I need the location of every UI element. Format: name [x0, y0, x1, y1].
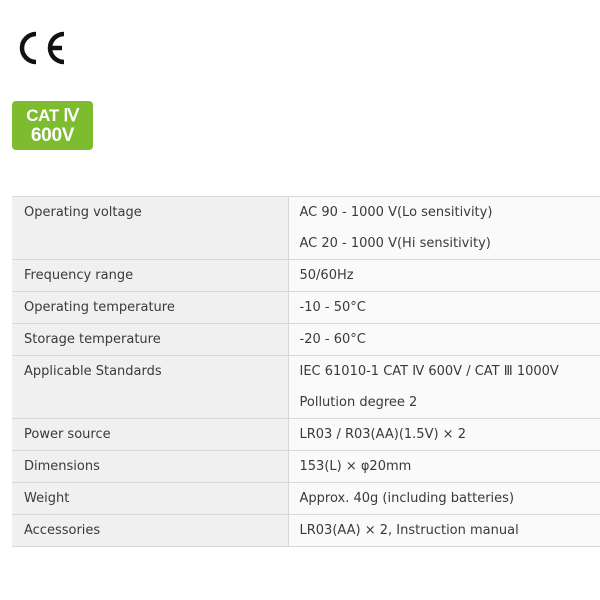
- spec-page: CAT Ⅳ 600V Operating voltage AC 90 - 1000…: [0, 0, 600, 600]
- spec-value-cell: -20 - 60°C: [288, 323, 600, 356]
- spec-value: LR03 / R03(AA)(1.5V) × 2: [299, 427, 466, 442]
- spec-value-cell: IEC 61010-1 CAT Ⅳ 600V / CAT Ⅲ 1000V Poll…: [288, 355, 600, 419]
- spec-row: Applicable Standards IEC 61010-1 CAT Ⅳ 60…: [12, 355, 600, 419]
- spec-label: Power source: [24, 427, 111, 442]
- spec-label-cell: Frequency range: [12, 259, 289, 292]
- spec-label: Storage temperature: [24, 332, 161, 347]
- spec-label-cell: Operating voltage: [12, 196, 289, 260]
- spec-value-cell: Approx. 40g (including batteries): [288, 482, 600, 515]
- spec-value-cell: AC 90 - 1000 V(Lo sensitivity) AC 20 - 10…: [288, 196, 600, 260]
- spec-value-cell: 50/60Hz: [288, 259, 600, 292]
- spec-label-cell: Power source: [12, 418, 289, 451]
- spec-label: Operating voltage: [24, 205, 142, 220]
- spec-row: Accessories LR03(AA) × 2, Instruction man…: [12, 514, 600, 547]
- cat-badge-voltage: 600V: [30, 125, 75, 146]
- spec-value: Approx. 40g (including batteries): [299, 491, 515, 506]
- spec-label: Dimensions: [24, 459, 100, 474]
- spec-label-cell: Dimensions: [12, 450, 289, 483]
- spec-value: -20 - 60°C: [299, 332, 366, 347]
- spec-value-cell: 153(L) × φ20mm: [288, 450, 600, 483]
- spec-value-cell: -10 - 50°C: [288, 291, 600, 324]
- spec-row: Frequency range 50/60Hz: [12, 259, 600, 292]
- spec-label-cell: Weight: [12, 482, 289, 515]
- specifications-table: Operating voltage AC 90 - 1000 V(Lo sensi…: [12, 196, 600, 547]
- ce-mark-icon: [19, 31, 65, 65]
- spec-label: Operating temperature: [24, 300, 175, 315]
- spec-row: Dimensions 153(L) × φ20mm: [12, 450, 600, 483]
- spec-row: Weight Approx. 40g (including batteries): [12, 482, 600, 515]
- spec-value: 50/60Hz: [299, 268, 354, 283]
- spec-value: Pollution degree 2: [299, 395, 418, 410]
- cat-rating-badge: CAT Ⅳ 600V: [12, 101, 93, 150]
- spec-row: Operating temperature -10 - 50°C: [12, 291, 600, 324]
- spec-label: Weight: [24, 491, 70, 506]
- spec-row: Storage temperature -20 - 60°C: [12, 323, 600, 356]
- spec-value-cell: LR03 / R03(AA)(1.5V) × 2: [288, 418, 600, 451]
- spec-value: LR03(AA) × 2, Instruction manual: [299, 523, 519, 538]
- spec-label-cell: Storage temperature: [12, 323, 289, 356]
- spec-label-cell: Applicable Standards: [12, 355, 289, 419]
- spec-row: Power source LR03 / R03(AA)(1.5V) × 2: [12, 418, 600, 451]
- ce-mark-logo: [12, 28, 72, 68]
- spec-label-cell: Accessories: [12, 514, 289, 547]
- spec-value-cell: LR03(AA) × 2, Instruction manual: [288, 514, 600, 547]
- cat-badge-category: CAT Ⅳ: [26, 106, 79, 125]
- spec-value: AC 20 - 1000 V(Hi sensitivity): [299, 236, 491, 251]
- spec-value: IEC 61010-1 CAT Ⅳ 600V / CAT Ⅲ 1000V: [299, 364, 559, 379]
- spec-value: AC 90 - 1000 V(Lo sensitivity): [299, 205, 493, 220]
- spec-row: Operating voltage AC 90 - 1000 V(Lo sensi…: [12, 196, 600, 260]
- spec-label: Frequency range: [24, 268, 134, 283]
- spec-label-cell: Operating temperature: [12, 291, 289, 324]
- spec-label: Accessories: [24, 523, 101, 538]
- spec-label: Applicable Standards: [24, 364, 162, 379]
- spec-value: -10 - 50°C: [299, 300, 366, 315]
- spec-value: 153(L) × φ20mm: [299, 459, 412, 474]
